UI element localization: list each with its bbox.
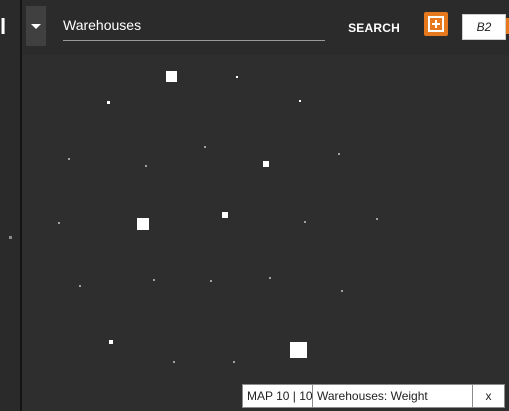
map-marker[interactable] (269, 277, 271, 279)
map-svg (58, 71, 378, 363)
map-marker[interactable] (210, 280, 212, 282)
toolbar: SEARCH B2 (22, 0, 509, 55)
map-marker[interactable] (299, 100, 301, 102)
map-marker[interactable] (376, 218, 378, 220)
caret-down-icon (31, 23, 41, 29)
map-marker[interactable] (68, 158, 70, 160)
status-bar: MAP 10 | 100 Warehouses: Weight x (242, 384, 505, 408)
map-marker[interactable] (233, 361, 235, 363)
add-layer-icon (424, 12, 448, 36)
map-marker[interactable] (290, 342, 307, 358)
search-button[interactable]: SEARCH (336, 16, 412, 40)
map-marker[interactable] (109, 340, 113, 344)
map-marker[interactable] (204, 146, 206, 148)
layer-info-readout: Warehouses: Weight (313, 385, 473, 407)
search-input[interactable] (63, 12, 325, 41)
menu-dropdown-button[interactable] (26, 6, 46, 46)
map-canvas[interactable] (22, 55, 509, 411)
map-marker[interactable] (173, 361, 175, 363)
map-marker[interactable] (166, 71, 177, 82)
map-marker[interactable] (263, 161, 269, 167)
map-marker[interactable] (304, 221, 306, 223)
close-button[interactable]: x (473, 385, 504, 407)
app-window: l SEARCH B2 (0, 0, 509, 411)
add-layer-button[interactable] (424, 12, 448, 36)
left-panel: l (0, 0, 22, 411)
map-marker[interactable] (236, 76, 238, 78)
map-marker[interactable] (338, 153, 340, 155)
map-marker[interactable] (58, 222, 60, 224)
map-marker[interactable] (341, 290, 343, 292)
map-marker[interactable] (137, 218, 149, 230)
map-marker[interactable] (79, 285, 81, 287)
map-marker[interactable] (153, 279, 155, 281)
left-panel-logo: l (0, 14, 7, 39)
left-panel-marker (9, 236, 12, 239)
map-marker[interactable] (222, 212, 228, 218)
map-marker[interactable] (107, 101, 110, 104)
map-scale-readout: MAP 10 | 100 (243, 385, 319, 407)
map-marker[interactable] (145, 165, 147, 167)
code-field[interactable]: B2 (462, 14, 506, 40)
